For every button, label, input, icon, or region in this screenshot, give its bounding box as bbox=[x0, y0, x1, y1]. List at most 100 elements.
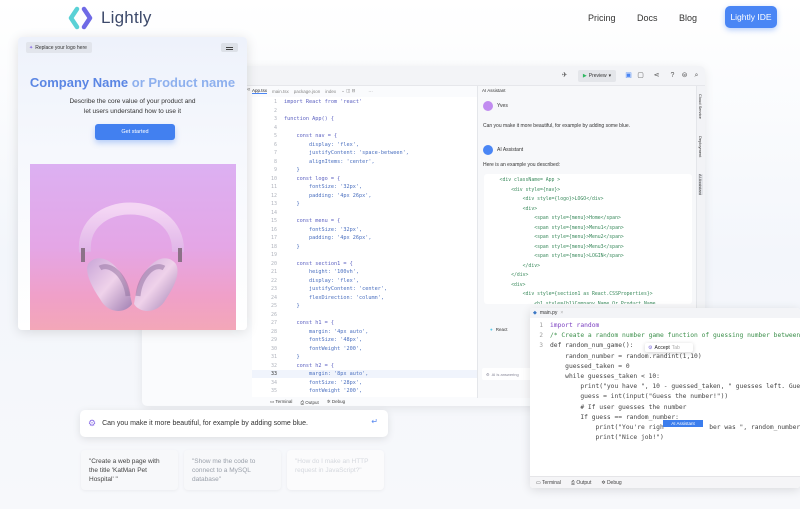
react-badge: ● React bbox=[490, 327, 507, 332]
line-number: 12 bbox=[270, 192, 277, 199]
code-line: display: 'flex', bbox=[284, 141, 359, 148]
chat-input[interactable]: ⚙ Can you make it more beautiful, for ex… bbox=[80, 410, 388, 437]
side-tab-cloud-service[interactable]: Cloud Service bbox=[698, 94, 703, 119]
logo-placeholder-label: Replace your logo here bbox=[35, 44, 87, 51]
py-code-line: # If user guesses the number bbox=[550, 403, 687, 411]
python-bottom-bar: ▭ Terminal ⎙ Output ✲ Debug bbox=[530, 476, 800, 488]
line-number: 20 bbox=[270, 260, 277, 267]
line-number: 34 bbox=[270, 379, 277, 386]
code-editor[interactable]: 1 import React from 'react' 2 3 function App… bbox=[252, 97, 477, 397]
tab-index[interactable]: index bbox=[325, 89, 336, 94]
ai-code-line: <div style={section1 as React.CSSPropert… bbox=[488, 292, 653, 297]
line-number: 24 bbox=[270, 294, 277, 301]
line-number: 8 bbox=[273, 158, 277, 165]
settings-icon[interactable]: ⊜ bbox=[680, 71, 689, 80]
python-tab-bar: ◆ main.py × bbox=[530, 308, 800, 318]
chat-icon[interactable]: ▢ bbox=[636, 71, 645, 80]
line-number: 5 bbox=[273, 133, 277, 139]
line-number: 35 bbox=[270, 388, 277, 394]
ai-code-line: <div style={logo}>LOGO</div> bbox=[488, 197, 604, 202]
code-line: justifyContent: 'space-between', bbox=[284, 150, 409, 156]
preview-button[interactable]: ▶ Preview ▾ bbox=[578, 70, 616, 82]
brand-name: Lightly bbox=[101, 8, 152, 27]
debug-button[interactable]: ✲ Debug bbox=[327, 399, 345, 405]
tab-package-json[interactable]: package.json bbox=[294, 89, 321, 94]
suggestion-card[interactable]: "How do I make an HTTP request in JavaSc… bbox=[287, 450, 384, 490]
hero-title-product: or Product name bbox=[128, 75, 236, 90]
terminal-button[interactable]: ▭ Terminal bbox=[536, 480, 561, 486]
collapse-icon[interactable]: « bbox=[247, 87, 250, 93]
line-number: 4 bbox=[273, 124, 277, 131]
tab-app-tsx[interactable]: App.tsx bbox=[252, 88, 268, 94]
line-number: 2 bbox=[539, 332, 543, 340]
line-number: 7 bbox=[273, 150, 277, 156]
share-icon[interactable]: ⋖ bbox=[652, 71, 661, 80]
react-label: React bbox=[495, 327, 508, 332]
nav-link-pricing[interactable]: Pricing bbox=[588, 13, 616, 23]
side-tab-ai-assistant[interactable]: AI Assistant bbox=[698, 174, 703, 195]
accept-suggestion-chip[interactable]: ⚙ Accept Tab bbox=[645, 343, 693, 352]
hero-desc-line1: Describe the core value of your product … bbox=[69, 98, 196, 105]
line-number: 17 bbox=[270, 235, 277, 241]
side-tab-deployment[interactable]: Deployment bbox=[698, 136, 703, 157]
line-number: 31 bbox=[270, 354, 277, 360]
ai-code-line: <h1 style={h1}Company Name Or Product Na… bbox=[488, 301, 656, 305]
code-line: margin: '4px auto', bbox=[284, 328, 369, 335]
code-line: } bbox=[284, 201, 300, 207]
search-icon[interactable]: ⌕ bbox=[692, 71, 701, 80]
ide-bottom-bar: ▭ Terminal ⎙ Output ✲ Debug bbox=[142, 398, 482, 406]
lightly-ide-button[interactable]: Lightly IDE bbox=[725, 6, 777, 28]
python-icon: ◆ bbox=[533, 310, 537, 316]
nav-link-docs[interactable]: Docs bbox=[637, 13, 658, 23]
ai-bot-icon: ⚙ bbox=[648, 344, 653, 351]
nav-link-blog[interactable]: Blog bbox=[679, 13, 697, 23]
line-number: 33 bbox=[270, 371, 277, 377]
suggestion-card[interactable]: "Create a web page with the title 'KatMa… bbox=[81, 450, 178, 490]
chevron-down-icon: ▾ bbox=[608, 73, 612, 79]
tab-overflow-icon[interactable]: ⌄ ◫ ⊟ bbox=[341, 88, 355, 94]
enter-icon[interactable]: ↵ bbox=[371, 417, 378, 426]
code-line: display: 'flex', bbox=[284, 277, 359, 284]
get-started-button[interactable]: Get started bbox=[95, 124, 175, 140]
ai-header: AI Assistant bbox=[483, 145, 523, 155]
py-code-line: import random bbox=[550, 322, 600, 329]
ai-bot-icon: ⚙ bbox=[486, 371, 490, 377]
tab-main-tsx[interactable]: main.tsx bbox=[272, 89, 289, 94]
code-line: const h1 = { bbox=[284, 320, 334, 326]
line-number: 2 bbox=[273, 107, 277, 114]
hamburger-menu-icon[interactable] bbox=[221, 43, 238, 52]
user-name: Yves bbox=[497, 103, 508, 109]
deploy-icon[interactable]: ✈ bbox=[560, 71, 569, 80]
help-icon[interactable]: ? bbox=[668, 71, 677, 80]
output-button[interactable]: ⎙ Output bbox=[300, 400, 318, 405]
ai-code-line: </div> bbox=[488, 263, 540, 269]
hero-desc-line2: let users understand how to use it bbox=[83, 108, 182, 115]
play-icon: ▶ bbox=[582, 73, 587, 79]
hero-description: Describe the core value of your product … bbox=[18, 97, 247, 117]
hero-title-company: Company Name bbox=[29, 75, 129, 90]
ai-code-line: <span style={menu}>Home</span> bbox=[488, 216, 621, 221]
react-icon: ● bbox=[490, 327, 493, 332]
ai-code-line: <div style={nav}> bbox=[488, 187, 561, 193]
python-editor-window: ◆ main.py × 1 import random 2 /* Create a r… bbox=[530, 308, 800, 488]
ai-assistant-cursor-tag: AI Assistant bbox=[663, 420, 703, 427]
line-number: 30 bbox=[270, 345, 277, 352]
code-line: flexDirection: 'column', bbox=[284, 294, 384, 301]
accept-key-hint: Tab bbox=[671, 344, 680, 351]
py-code-line: while guesses_taken < 10: bbox=[550, 373, 660, 380]
hero-title: Company Name or Product name bbox=[18, 75, 247, 90]
output-button[interactable]: ⎙ Output bbox=[571, 480, 591, 486]
code-line: fontSize: '32px', bbox=[284, 226, 363, 233]
tab-main-py[interactable]: main.py bbox=[540, 310, 558, 316]
logo-placeholder[interactable]: ✦ Replace your logo here bbox=[26, 42, 92, 53]
line-number: 32 bbox=[270, 362, 277, 369]
suggestion-card[interactable]: "Show me the code to connect to a MySQL … bbox=[184, 450, 281, 490]
more-icon[interactable]: ··· bbox=[368, 89, 373, 94]
line-number: 25 bbox=[270, 303, 277, 309]
terminal-button[interactable]: ▭ Terminal bbox=[270, 399, 292, 405]
layout-icon[interactable]: ▣ bbox=[624, 71, 633, 80]
close-tab-icon[interactable]: × bbox=[560, 310, 563, 316]
debug-button[interactable]: ✲ Debug bbox=[601, 480, 621, 486]
line-number: 29 bbox=[270, 337, 277, 343]
py-code-line: If guess == random_number: bbox=[550, 413, 679, 421]
